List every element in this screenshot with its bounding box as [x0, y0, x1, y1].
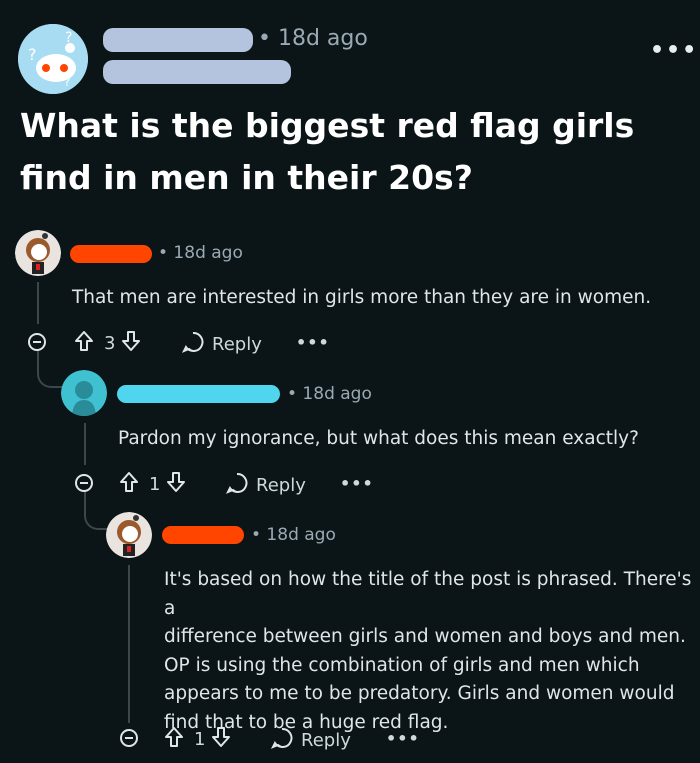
comment-time: • 18d ago	[251, 525, 336, 545]
comment-more-button[interactable]: •••	[340, 474, 374, 493]
vote-group: 3	[74, 330, 141, 357]
reply-label: Reply	[212, 334, 262, 355]
user-avatar-icon	[15, 230, 61, 276]
downvote-arrow-icon[interactable]	[211, 726, 231, 753]
commenter-name-redacted[interactable]	[117, 385, 280, 403]
commenter-avatar[interactable]	[61, 370, 107, 416]
user-avatar-icon	[106, 512, 152, 558]
reddit-snoo-avatar-icon	[61, 370, 107, 416]
vote-count: 1	[194, 729, 206, 750]
commenter-avatar[interactable]	[106, 512, 152, 558]
thread-line	[128, 565, 130, 723]
subreddit-name-redacted[interactable]	[103, 28, 253, 52]
collapse-minus-icon[interactable]	[75, 474, 93, 492]
comment-text-line: OP is using the combination of girls and…	[164, 654, 640, 676]
svg-text:?: ?	[65, 30, 72, 46]
reply-button[interactable]: Reply	[225, 472, 306, 499]
vote-count: 1	[149, 474, 161, 495]
comment-time: • 18d ago	[287, 384, 372, 404]
thread-line	[84, 423, 86, 465]
thread-elbow	[84, 492, 110, 530]
downvote-arrow-icon[interactable]	[166, 471, 186, 498]
upvote-arrow-icon[interactable]	[74, 330, 94, 357]
upvote-arrow-icon[interactable]	[119, 471, 139, 498]
thread-elbow	[37, 350, 63, 388]
reply-bubble-icon	[225, 472, 248, 499]
svg-text:?: ?	[64, 75, 70, 89]
post-more-button[interactable]: •••	[650, 38, 698, 63]
thread-line	[37, 282, 39, 324]
post-time: • 18d ago	[258, 26, 368, 51]
vote-count: 3	[104, 333, 116, 354]
reddit-question-avatar-icon: ? ? ?	[18, 24, 88, 94]
comment-text-line: appears to me to be predatory. Girls and…	[164, 683, 675, 704]
comment-text: It's based on how the title of the post …	[164, 566, 694, 737]
comment-text-line: difference between girls and women and b…	[164, 626, 686, 647]
upvote-arrow-icon[interactable]	[164, 726, 184, 753]
commenter-avatar[interactable]	[15, 230, 61, 276]
comment-text: Pardon my ignorance, but what does this …	[118, 428, 639, 449]
reply-label: Reply	[256, 475, 306, 496]
post-title: What is the biggest red flag girls find …	[20, 106, 635, 197]
commenter-name-redacted[interactable]	[70, 245, 152, 263]
downvote-arrow-icon[interactable]	[121, 330, 141, 357]
comment-more-button[interactable]: •••	[296, 333, 330, 352]
reply-button[interactable]: Reply	[270, 727, 351, 754]
author-name-redacted[interactable]	[103, 60, 291, 84]
comment-time: • 18d ago	[158, 243, 243, 263]
vote-group: 1	[119, 471, 186, 498]
reply-button[interactable]: Reply	[181, 331, 262, 358]
comment-text-line: find that to be a huge red flag.	[164, 711, 449, 733]
collapse-minus-icon[interactable]	[28, 333, 46, 351]
commenter-name-redacted[interactable]	[162, 526, 244, 544]
reply-label: Reply	[301, 730, 351, 751]
svg-text:?: ?	[28, 45, 37, 64]
reply-bubble-icon	[270, 727, 293, 754]
comment-text: That men are interested in girls more th…	[72, 287, 652, 308]
comment-text-line: It's based on how the title of the post …	[164, 569, 692, 619]
reply-bubble-icon	[181, 331, 204, 358]
comment-more-button[interactable]: •••	[386, 729, 420, 748]
subreddit-avatar[interactable]: ? ? ?	[18, 24, 88, 94]
collapse-minus-icon[interactable]	[120, 729, 138, 747]
vote-group: 1	[164, 726, 231, 753]
